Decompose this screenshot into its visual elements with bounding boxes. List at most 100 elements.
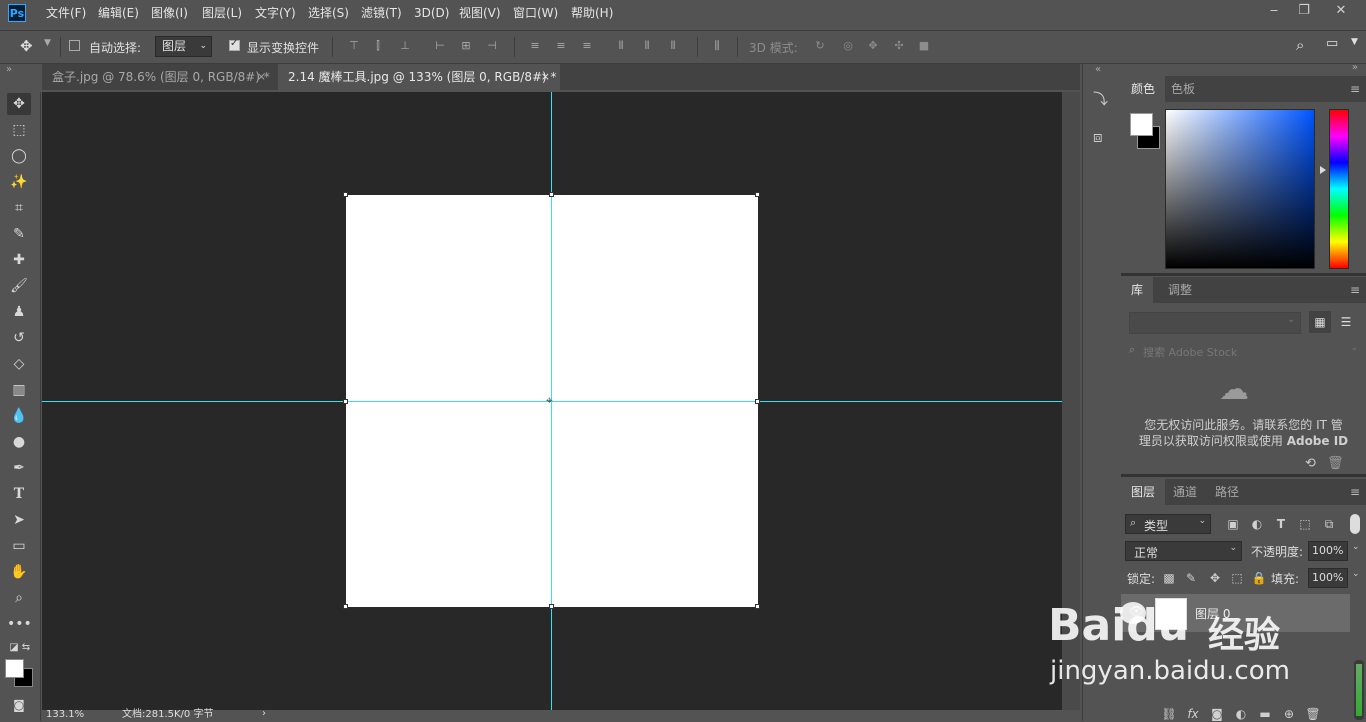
foreground-color-swatch[interactable] [5,659,24,678]
rectangle-tool-icon[interactable]: ▭ [7,535,31,557]
align-bottom-icon[interactable]: ⊥ [399,40,411,52]
swap-colors-icon[interactable]: ⇆ [14,637,38,659]
workspace-chevron-icon[interactable]: ▼ [1351,37,1358,47]
crop-tool-icon[interactable]: ⌗ [7,197,31,219]
auto-select-checkbox[interactable] [69,40,80,51]
hue-slider-marker[interactable] [1320,166,1326,174]
lock-artboard-icon[interactable]: ⬚ [1229,570,1245,586]
close-button[interactable]: ✕ [1322,0,1360,22]
distribute-top-icon[interactable]: ≡ [529,40,541,52]
workspace-icon[interactable]: ▭ [1326,36,1338,51]
menu-file[interactable]: 文件(F) [46,0,86,26]
eyedropper-tool-icon[interactable]: ✎ [7,223,31,245]
sync-icon[interactable]: ⟲ [1305,456,1316,471]
lock-image-icon[interactable]: ✎ [1183,570,1199,586]
magic-wand-tool-icon[interactable]: ✨ [7,171,31,193]
menu-help[interactable]: 帮助(H) [571,0,613,26]
history-panel-icon[interactable]: ⤵ [1093,88,1108,109]
fill-input[interactable]: 100% [1308,568,1348,588]
restore-button[interactable]: ❐ [1289,0,1319,22]
tab-document-active[interactable]: 2.14 魔棒工具.jpg @ 133% (图层 0, RGB/8#) * × [278,64,560,90]
healing-brush-tool-icon[interactable]: ✚ [7,249,31,271]
lock-all-icon[interactable]: 🔒 [1251,570,1267,586]
new-layer-icon[interactable]: ⊕ [1281,706,1297,722]
transform-center-icon[interactable]: ⌖ [546,393,553,408]
fill-chevron-icon[interactable]: ⌄ [1352,569,1360,579]
move-tool-icon[interactable]: ✥ [20,37,33,55]
list-view-icon[interactable]: ☰ [1335,311,1357,333]
history-brush-tool-icon[interactable]: ↺ [7,327,31,349]
minimize-button[interactable]: ‒ [1259,0,1289,22]
adobe-id-link[interactable]: Adobe ID [1287,434,1348,448]
3d-pan-icon[interactable]: ✥ [865,40,881,52]
zoom-tool-icon[interactable]: ⌕ [7,587,31,609]
align-vcenter-icon[interactable]: ⫿ [372,40,384,52]
distribute-right-icon[interactable]: ⦀ [667,40,679,52]
eraser-tool-icon[interactable]: ◇ [7,353,31,375]
tab-layers[interactable]: 图层 [1121,479,1166,505]
more-tools-icon[interactable]: ••• [7,613,32,635]
quick-mask-icon[interactable]: ◙ [7,694,31,716]
delete-layer-icon[interactable]: 🗑 [1305,706,1321,722]
opacity-chevron-icon[interactable]: ⌄ [1352,542,1360,552]
zoom-level[interactable]: 133.1% [46,709,84,720]
brush-tool-icon[interactable]: 🖌 [7,275,31,297]
tab-libraries[interactable]: 库 [1121,277,1154,303]
filter-adjustment-icon[interactable]: ◐ [1249,516,1265,532]
3d-orbit-icon[interactable]: ↻ [812,40,828,52]
stock-search[interactable]: ⌕ 搜索 Adobe Stock ⌄ [1121,340,1366,362]
new-adjustment-layer-icon[interactable]: ◐ [1233,706,1249,722]
filter-pixel-icon[interactable]: ▣ [1225,516,1241,532]
opacity-input[interactable]: 100% [1308,541,1348,561]
status-menu-icon[interactable]: › [262,708,266,719]
menu-image[interactable]: 图像(I) [151,0,188,26]
3d-slide-icon[interactable]: ✣ [891,40,907,52]
align-top-icon[interactable]: ⊤ [348,40,360,52]
3d-scale-icon[interactable]: ■ [916,40,932,52]
transform-handle[interactable] [755,399,760,404]
add-mask-icon[interactable]: ◙ [1209,706,1225,722]
collapse-tools-icon[interactable]: » [6,64,12,75]
document-info[interactable]: 文档:281.5K/0 字节 [122,709,213,720]
auto-select-target-dropdown[interactable]: 图层 ⌄ [155,36,212,57]
transform-handle[interactable] [343,399,348,404]
transform-handle[interactable] [549,604,554,609]
tool-preset-chevron-icon[interactable]: ▼ [44,38,51,48]
dodge-tool-icon[interactable]: ● [7,431,31,453]
menu-view[interactable]: 视图(V) [459,0,501,26]
menu-layer[interactable]: 图层(L) [202,0,242,26]
tab-swatches[interactable]: 色板 [1161,76,1205,102]
filter-shape-icon[interactable]: ⬚ [1297,516,1313,532]
link-layers-icon[interactable]: ⛓ [1161,706,1177,722]
menu-filter[interactable]: 滤镜(T) [361,0,402,26]
search-icon[interactable]: ⌕ [1296,36,1304,54]
menu-3d[interactable]: 3D(D) [414,0,449,26]
align-left-icon[interactable]: ⊢ [434,40,446,52]
tab-color[interactable]: 颜色 [1121,76,1166,102]
transform-handle[interactable] [343,604,348,609]
transform-handle[interactable] [549,192,554,197]
tab-close-icon[interactable]: × [541,64,550,90]
menu-type[interactable]: 文字(Y) [255,0,296,26]
tab-document[interactable]: 盒子.jpg @ 78.6% (图层 0, RGB/8#) * × [42,64,276,90]
filter-smart-object-icon[interactable]: ⧉ [1321,516,1337,532]
hue-slider[interactable] [1329,109,1349,269]
tab-close-icon[interactable]: × [257,64,266,90]
expand-dock-icon[interactable]: « [1095,64,1101,75]
transform-handle[interactable] [343,192,348,197]
panel-menu-icon[interactable]: ≡ [1350,283,1360,297]
menu-edit[interactable]: 编辑(E) [98,0,139,26]
collapse-panels-icon[interactable]: » [1352,62,1358,73]
panel-menu-icon[interactable]: ≡ [1350,82,1360,96]
tab-paths[interactable]: 路径 [1205,479,1249,505]
distribute-bottom-icon[interactable]: ≡ [581,40,593,52]
lock-transparent-icon[interactable]: ▩ [1161,570,1177,586]
path-selection-tool-icon[interactable]: ➤ [7,509,31,531]
layer-style-icon[interactable]: fx [1185,706,1201,722]
gradient-tool-icon[interactable]: ▥ [7,379,31,401]
trash-icon[interactable]: 🗑 [1327,456,1344,471]
hand-tool-icon[interactable]: ✋ [7,561,31,583]
rectangular-marquee-tool-icon[interactable]: ⬚ [7,119,31,141]
blend-mode-dropdown[interactable]: 正常 ⌄ [1125,541,1242,561]
canvas-area[interactable]: ⌖ [42,92,1062,710]
